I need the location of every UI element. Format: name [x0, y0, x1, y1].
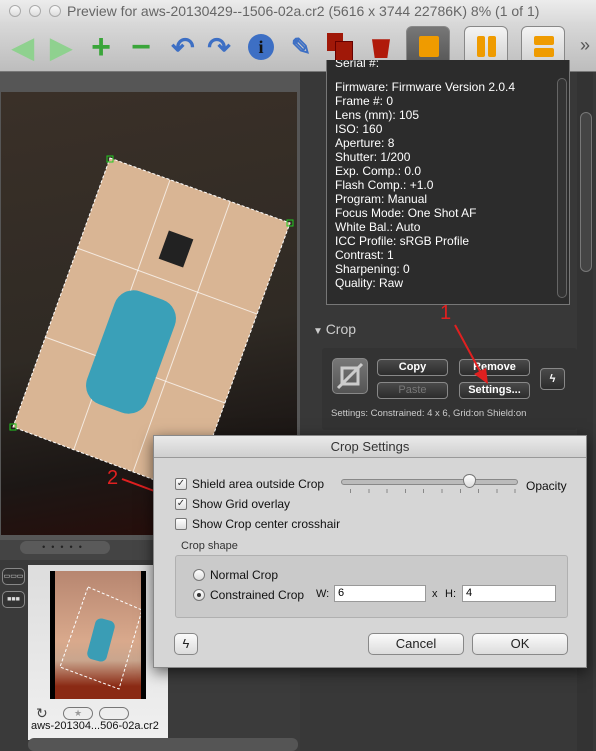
zoom-window-button[interactable] [49, 5, 61, 17]
height-input[interactable]: 4 [462, 585, 556, 602]
trash-icon[interactable] [364, 30, 398, 64]
arrow-left-icon[interactable]: ◀ [6, 30, 40, 64]
metadata-line: Serial #: [335, 60, 380, 70]
crosshair-checkbox[interactable] [175, 518, 187, 530]
metadata-scrollbar[interactable] [557, 78, 567, 298]
metadata-line: Exp. Comp.: 0.0 [335, 164, 422, 178]
window-title: Preview for aws-20130429--1506-02a.cr2 (… [67, 3, 540, 19]
metadata-line: Shutter: 1/200 [335, 150, 411, 164]
grid-checkbox[interactable]: ✓ [175, 498, 187, 510]
slider-ticks [350, 489, 518, 493]
resize-handle[interactable]: ••••• [20, 541, 110, 554]
metadata-line: Contrast: 1 [335, 248, 394, 262]
metadata-line: Program: Manual [335, 192, 428, 206]
metadata-list: Serial #: Firmware: Firmware Version 2.0… [326, 60, 570, 305]
opacity-label: Opacity [526, 479, 567, 493]
times-label: x [432, 588, 438, 600]
minimize-window-button[interactable] [29, 5, 41, 17]
opacity-slider[interactable] [341, 479, 518, 485]
crop-settings-dialog: Crop Settings ✓ Shield area outside Crop… [153, 435, 587, 668]
copy-icon[interactable] [324, 30, 358, 64]
filmstrip-scrollbar[interactable] [28, 738, 298, 751]
metadata-line: White Bal.: Auto [335, 220, 421, 234]
metadata-line: Aperture: 8 [335, 136, 395, 150]
paste-crop-button[interactable]: Paste [377, 382, 448, 399]
rating-star-icon[interactable]: ★ [63, 707, 93, 720]
metadata-line: Frame #: 0 [335, 94, 394, 108]
thumbnail-image[interactable] [50, 571, 146, 699]
cancel-button[interactable]: Cancel [368, 633, 464, 655]
normal-crop-radio[interactable] [193, 569, 205, 581]
constrained-crop-label: Constrained Crop [210, 588, 305, 602]
grid-label: Show Grid overlay [192, 497, 291, 511]
brush-icon[interactable]: ✎ [284, 30, 318, 64]
info-icon[interactable]: i [244, 30, 278, 64]
crop-settings-summary: Settings: Constrained: 4 x 6, Grid:on Sh… [331, 408, 527, 419]
thumbnail-filename: aws-201304...506-02a.cr2 [31, 720, 159, 732]
metadata-line: Flash Comp.: +1.0 [335, 178, 434, 192]
rotate-right-icon[interactable]: ↷ [202, 30, 236, 64]
opacity-slider-thumb[interactable] [463, 474, 476, 488]
auto-crop-lightning-icon[interactable]: ϟ [540, 368, 565, 390]
zoom-in-icon[interactable]: + [84, 28, 118, 66]
filmstrip-view-icon[interactable]: ▭▭▭ [2, 568, 25, 585]
dialog-title: Crop Settings [154, 436, 586, 458]
width-label: W: [316, 588, 330, 600]
metadata-line: Quality: Raw [335, 276, 404, 290]
metadata-line: Sharpening: 0 [335, 262, 410, 276]
crop-header-label: Crop [325, 321, 357, 337]
inspector-scrollbar-thumb[interactable] [580, 112, 592, 272]
grid-view-icon[interactable]: ■■■ [2, 591, 25, 608]
label-pill[interactable] [99, 707, 129, 720]
crop-section-header[interactable]: ▼ Crop [313, 321, 356, 337]
shield-checkbox[interactable]: ✓ [175, 478, 187, 490]
crosshair-label: Show Crop center crosshair [192, 517, 341, 531]
metadata-line: ICC Profile: sRGB Profile [335, 234, 470, 248]
metadata-line: Focus Mode: One Shot AF [335, 206, 477, 220]
height-label: H: [445, 588, 456, 600]
copy-crop-button[interactable]: Copy [377, 359, 448, 376]
shield-label: Shield area outside Crop [192, 477, 325, 491]
title-bar: Preview for aws-20130429--1506-02a.cr2 (… [0, 0, 596, 22]
annotation-arrow-1 [454, 324, 488, 384]
overflow-icon[interactable]: » [580, 35, 590, 56]
zoom-out-icon[interactable]: − [124, 28, 158, 66]
constrained-crop-radio[interactable] [193, 589, 205, 601]
ok-button[interactable]: OK [472, 633, 568, 655]
view-mode-bar: ▭▭▭ ■■■ [0, 560, 28, 751]
width-input[interactable]: 6 [334, 585, 426, 602]
lightning-icon[interactable]: ϟ [174, 633, 198, 655]
disclosure-triangle-icon: ▼ [313, 326, 326, 337]
metadata-line: Lens (mm): 105 [335, 108, 420, 122]
crop-shape-label: Crop shape [181, 540, 238, 552]
normal-crop-label: Normal Crop [210, 568, 279, 582]
annotation-number-2: 2 [107, 467, 119, 489]
rotate-left-icon[interactable]: ↶ [166, 30, 200, 64]
crop-tool-icon[interactable] [332, 358, 368, 394]
metadata-line: ISO: 160 [335, 122, 383, 136]
close-window-button[interactable] [9, 5, 21, 17]
metadata-line: Firmware: Firmware Version 2.0.4 [335, 80, 516, 94]
arrow-right-icon[interactable]: ▶ [44, 30, 78, 64]
